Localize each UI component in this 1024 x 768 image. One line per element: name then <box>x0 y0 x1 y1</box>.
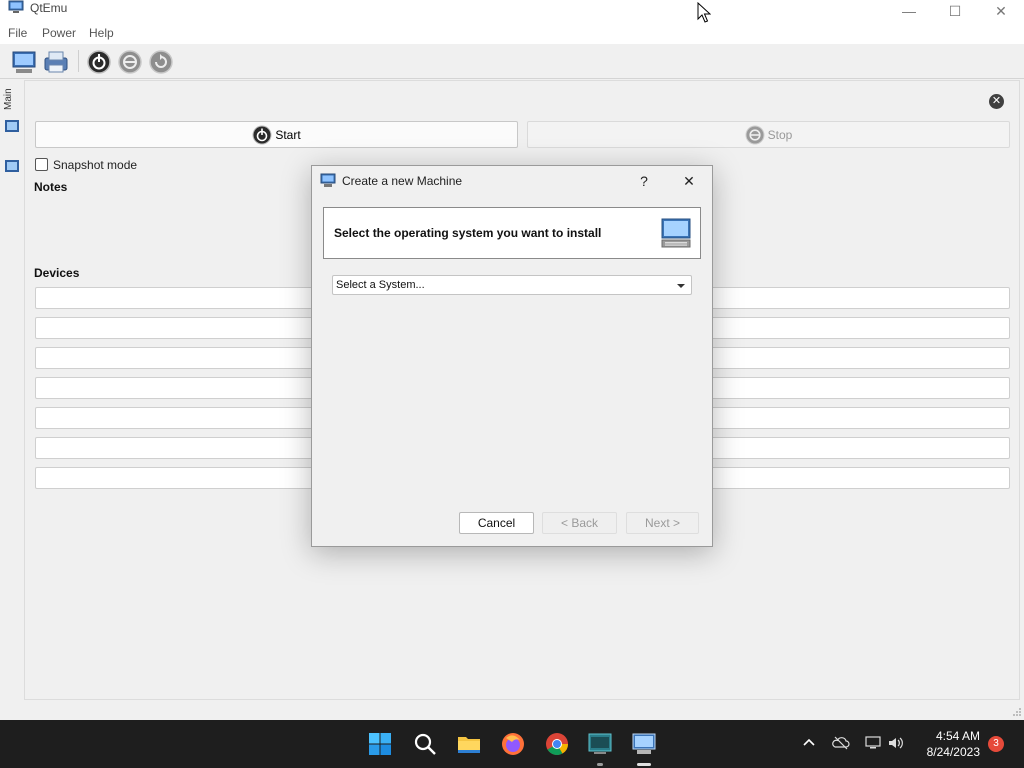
firefox-icon[interactable] <box>501 732 525 756</box>
vm-icon[interactable] <box>4 118 20 134</box>
toolbar <box>0 44 1024 79</box>
close-window-button[interactable]: ✕ <box>978 0 1024 22</box>
clock-time: 4:54 AM <box>935 729 980 743</box>
help-icon: ? <box>640 173 648 189</box>
menu-help[interactable]: Help <box>89 26 114 40</box>
close-icon: ✕ <box>683 172 695 189</box>
qtemu-icon[interactable] <box>632 732 656 756</box>
volume-icon[interactable] <box>887 734 905 752</box>
dialog-close-button[interactable]: ✕ <box>675 170 703 192</box>
maximize-icon: ☐ <box>948 2 962 19</box>
clock-date: 8/24/2023 <box>926 745 980 759</box>
power-on-icon[interactable] <box>86 49 112 75</box>
wizard-heading: Select the operating system you want to … <box>334 226 602 240</box>
resize-grip-icon[interactable] <box>1012 707 1022 717</box>
cancel-label: Cancel <box>477 516 516 530</box>
minimize-icon: — <box>902 3 916 19</box>
power-off-icon <box>745 125 765 144</box>
terminal-icon[interactable] <box>588 732 612 756</box>
dialog-title: Create a new Machine <box>342 174 463 188</box>
snapshot-mode-checkbox[interactable] <box>35 158 48 171</box>
maximize-button[interactable]: ☐ <box>932 0 978 22</box>
menubar: File Power Help <box>0 22 1024 44</box>
network-icon[interactable] <box>864 734 882 752</box>
notification-badge[interactable]: 3 <box>988 736 1004 752</box>
minimize-button[interactable]: — <box>886 0 932 22</box>
stop-button[interactable]: Stop <box>527 121 1010 148</box>
new-machine-dialog: Create a new Machine ? ✕ Select the oper… <box>311 165 713 547</box>
sidebar: Main <box>0 80 24 700</box>
search-icon[interactable] <box>413 732 437 756</box>
chevron-down-icon <box>677 284 685 288</box>
os-select-value: Select a System... <box>336 279 425 291</box>
dialog-titlebar: Create a new Machine ? ✕ <box>312 166 712 196</box>
taskbar-clock[interactable]: 4:54 AM 8/24/2023 <box>914 728 980 760</box>
reset-icon[interactable] <box>148 49 174 75</box>
file-explorer-icon[interactable] <box>457 732 481 756</box>
tab-main[interactable]: Main <box>3 86 21 112</box>
snapshot-mode-label: Snapshot mode <box>53 158 138 172</box>
stop-label: Stop <box>767 127 793 142</box>
running-indicator <box>597 763 603 766</box>
help-button[interactable]: ? <box>630 170 658 192</box>
back-button[interactable]: < Back <box>542 512 617 534</box>
vm-icon[interactable] <box>4 158 20 174</box>
qtemu-app-icon <box>8 0 24 13</box>
cancel-button[interactable]: Cancel <box>459 512 534 534</box>
windows-start-icon[interactable] <box>368 732 392 756</box>
menu-power[interactable]: Power <box>42 26 76 40</box>
qtemu-app-icon <box>320 173 336 187</box>
devices-label: Devices <box>34 266 80 280</box>
taskbar: 4:54 AM 8/24/2023 3 <box>0 720 1024 768</box>
computer-icon <box>661 218 691 248</box>
notes-label: Notes <box>34 180 68 194</box>
window-titlebar: QtEmu — ☐ ✕ <box>0 0 1024 22</box>
close-icon: ✕ <box>995 2 1007 19</box>
chevron-up-icon[interactable] <box>800 734 818 752</box>
close-tab-icon[interactable]: ✕ <box>989 94 1004 109</box>
start-label: Start <box>275 127 301 142</box>
next-button[interactable]: Next > <box>626 512 699 534</box>
os-select-dropdown[interactable]: Select a System... <box>332 275 692 295</box>
window-title: QtEmu <box>30 1 68 15</box>
start-button[interactable]: Start <box>35 121 518 148</box>
wizard-header: Select the operating system you want to … <box>323 207 701 259</box>
next-label: Next > <box>644 516 680 530</box>
power-on-icon <box>252 125 272 144</box>
active-indicator <box>637 763 651 766</box>
toolbar-separator <box>78 50 79 72</box>
power-off-icon[interactable] <box>117 49 143 75</box>
chrome-icon[interactable] <box>545 732 569 756</box>
menu-file[interactable]: File <box>8 26 27 40</box>
onedrive-offline-icon[interactable] <box>832 734 850 752</box>
back-label: < Back <box>560 516 599 530</box>
new-machine-icon[interactable] <box>11 49 37 75</box>
settings-icon[interactable] <box>43 49 69 75</box>
mouse-cursor-icon <box>697 2 711 23</box>
